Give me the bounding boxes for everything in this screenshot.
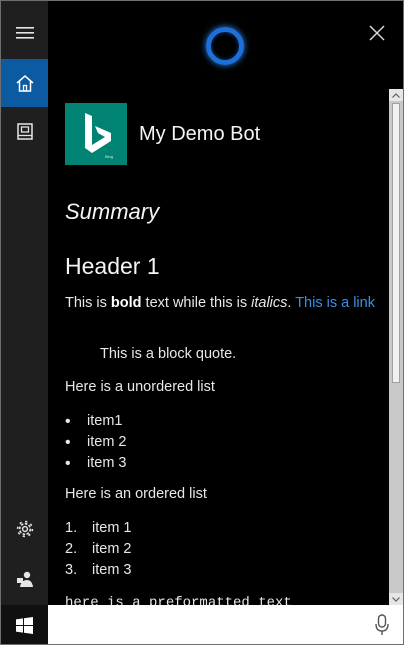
hamburger-icon [15, 27, 34, 39]
list-item: 3. item 3 [65, 560, 132, 581]
conversation-pane: Bing My Demo Bot Summary Header 1 This i… [48, 89, 389, 605]
home-icon [16, 74, 33, 92]
preformatted-text: here is a preformatted text [65, 595, 292, 605]
left-rail [1, 1, 48, 605]
cortana-circle-icon[interactable] [206, 27, 244, 65]
vertical-scrollbar[interactable] [389, 89, 403, 605]
list-item: • item1 [65, 411, 127, 432]
ask-me-anything-input[interactable] [48, 605, 403, 644]
close-button[interactable] [365, 21, 389, 45]
menu-button[interactable] [1, 9, 48, 57]
close-icon [369, 25, 385, 41]
list-item: • item 2 [65, 432, 127, 453]
chevron-down-icon [392, 596, 400, 602]
feedback-button[interactable] [1, 555, 48, 603]
list-item: 1. item 1 [65, 518, 132, 539]
card-paragraph: This is bold text while this is italics.… [65, 293, 377, 314]
bing-b-icon [85, 113, 111, 153]
notebook-icon [16, 122, 33, 140]
bot-header: Bing My Demo Bot [65, 103, 260, 165]
notebook-button[interactable] [1, 107, 48, 155]
scroll-thumb[interactable] [392, 103, 400, 383]
scroll-down-button[interactable] [389, 593, 403, 605]
para-text: This is [65, 295, 111, 311]
bing-logo-caption: Bing [104, 154, 113, 159]
microphone-icon[interactable] [375, 614, 389, 636]
feedback-icon [16, 571, 33, 587]
scroll-up-button[interactable] [389, 89, 403, 101]
list-item-number: 2. [65, 541, 78, 557]
list-item-number: 3. [65, 562, 78, 578]
bullet: • [65, 413, 71, 430]
bot-name: My Demo Bot [139, 122, 261, 145]
settings-button[interactable] [1, 505, 48, 553]
para-text: text while this is [141, 295, 252, 311]
bullet: • [65, 455, 71, 472]
windows-logo-icon [16, 617, 33, 634]
unordered-list-heading: Here is a unordered list [65, 379, 215, 395]
bing-logo: Bing [65, 103, 127, 165]
para-bold: bold [110, 295, 142, 311]
gear-icon [16, 520, 33, 538]
list-item-label: item 3 [92, 562, 132, 578]
card-summary: Summary [65, 199, 160, 224]
cortana-window: Bing My Demo Bot Summary Header 1 This i… [0, 0, 404, 645]
bullet: • [65, 434, 71, 451]
block-quote: This is a block quote. [100, 346, 237, 362]
ordered-list: 1. item 1 2. item 2 3. item 3 [65, 518, 132, 581]
para-link[interactable]: This is a link [295, 295, 375, 311]
start-button[interactable] [1, 605, 48, 644]
ordered-list-heading: Here is an ordered list [65, 486, 207, 502]
card-header: Header 1 [65, 253, 160, 279]
list-item: 2. item 2 [65, 539, 132, 560]
list-item-label: item 2 [87, 434, 127, 450]
para-italic: italics [251, 295, 288, 311]
list-item: • item 3 [65, 453, 127, 474]
taskbar [1, 605, 403, 644]
unordered-list: • item1 • item 2 • item 3 [65, 411, 127, 474]
list-item-number: 1. [65, 520, 78, 536]
list-item-label: item 2 [92, 541, 132, 557]
list-item-label: item 3 [87, 455, 127, 471]
list-item-label: item 1 [92, 520, 132, 536]
list-item-label: item1 [87, 413, 123, 429]
home-button[interactable] [1, 59, 48, 107]
chevron-up-icon [392, 92, 400, 98]
